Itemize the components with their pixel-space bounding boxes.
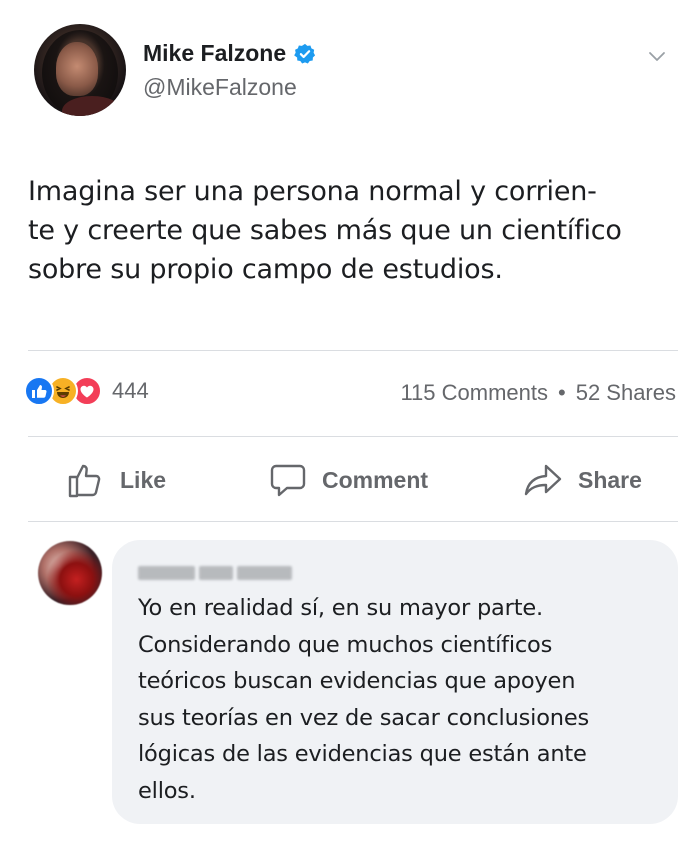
comment-text-line: Yo en realidad sí, en su mayor parte. [138,595,543,621]
thumbs-up-icon [68,464,101,498]
share-button[interactable]: Share [522,456,642,504]
action-bar: Like Comment Share [0,456,700,504]
commenter-name-redacted [138,562,293,584]
divider [28,521,678,522]
stats-separator: • [558,380,566,405]
chevron-down-icon[interactable] [646,45,668,67]
comment-text: Yo en realidad sí, en su mayor parte. Co… [138,590,668,809]
author-name[interactable]: Mike Falzone [143,40,286,67]
post-text: Imagina ser una persona normal y corrien… [28,172,688,289]
share-label: Share [578,466,642,493]
comment-text-line: ellos. [138,777,196,804]
commenter-avatar[interactable] [38,541,102,605]
author-name-row: Mike Falzone [143,40,316,67]
comment-text-line: Considerando que muchos científicos [138,631,553,658]
verified-badge-icon [294,43,316,64]
shares-count[interactable]: 52 Shares [576,380,676,406]
share-arrow-icon [524,464,562,496]
author-handle[interactable]: @MikeFalzone [143,74,297,101]
like-label: Like [120,466,167,493]
post-text-line: sobre su propio campo de estudios. [28,254,503,285]
speech-bubble-icon [270,464,306,497]
like-reaction-icon [24,376,54,406]
comments-count[interactable]: 115 Comments [400,380,548,406]
comment-text-line: lógicas de las evidencias que están ante [138,741,587,767]
post-stats: 115 Comments • 52 Shares [400,380,676,406]
like-button[interactable]: Like [66,456,166,504]
comment-button[interactable]: Comment [268,456,428,504]
author-avatar[interactable] [34,24,126,116]
comment-label: Comment [322,466,429,493]
post-text-line: te y creerte que sabes más que un cientí… [28,215,622,246]
divider [28,350,678,351]
comment-text-line: teóricos buscan evidencias que apoyen [138,668,576,694]
divider [28,436,678,437]
reactions-summary[interactable]: 444 [24,376,149,406]
comment-text-line: sus teorías en vez de sacar conclusiones [138,704,590,731]
reaction-count: 444 [112,378,149,403]
post-text-line: Imagina ser una persona normal y corrien… [28,176,597,207]
